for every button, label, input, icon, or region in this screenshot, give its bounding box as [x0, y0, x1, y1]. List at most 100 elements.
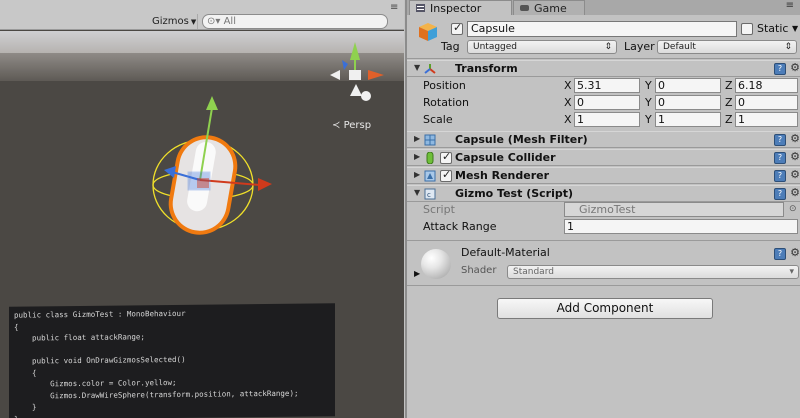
- help-icon[interactable]: ?: [774, 188, 786, 200]
- dropdown-caret-icon: ⇕: [784, 42, 792, 52]
- fold-closed-icon[interactable]: ▶: [414, 134, 420, 143]
- scale-x-field[interactable]: 1: [574, 112, 640, 127]
- static-checkbox[interactable]: [741, 23, 753, 35]
- code-overlay: public class GizmoTest : MonoBehaviour {…: [9, 303, 335, 418]
- gear-icon[interactable]: ⚙: [790, 132, 800, 145]
- persp-arrow-icon: ≺: [332, 120, 341, 131]
- layer-dropdown[interactable]: Default ⇕: [657, 40, 797, 54]
- component-title: Gizmo Test (Script): [455, 187, 574, 200]
- tag-dropdown[interactable]: Untagged ⇕: [467, 40, 617, 54]
- help-icon[interactable]: ?: [774, 134, 786, 146]
- gizmos-dropdown[interactable]: Gizmos ▼: [148, 14, 198, 29]
- dropdown-arrow-icon: ▼: [190, 18, 197, 26]
- position-x-field[interactable]: 5.31: [574, 78, 640, 93]
- add-component-button[interactable]: Add Component: [497, 298, 713, 319]
- cube-icon: [419, 23, 437, 41]
- dropdown-caret-icon: ⇕: [604, 42, 612, 52]
- search-icon: ⊙: [207, 16, 216, 27]
- script-icon: c: [424, 188, 436, 200]
- attack-range-field[interactable]: 1: [564, 219, 798, 234]
- object-picker-icon[interactable]: ⊙: [789, 204, 797, 214]
- fold-open-icon[interactable]: ▼: [414, 63, 420, 72]
- help-icon[interactable]: ?: [774, 63, 786, 75]
- panel-tabbar: Inspector Game ≡: [407, 0, 800, 15]
- scene-view[interactable]: ≺ Persp ≡ Gizmos ▼ ⊙▾ All public class Gi…: [0, 0, 404, 418]
- component-title: Capsule (Mesh Filter): [455, 133, 588, 146]
- axis-y-label: Y: [645, 79, 652, 92]
- gear-icon[interactable]: ⚙: [790, 150, 800, 163]
- collider-icon: [426, 152, 434, 164]
- gizmo-test-header[interactable]: ▼ c Gizmo Test (Script) ? ⚙: [407, 185, 800, 202]
- rotation-y-field[interactable]: 0: [655, 95, 721, 110]
- mesh-filter-icon: [424, 134, 436, 146]
- panel-menu-icon[interactable]: ≡: [786, 0, 794, 11]
- fold-open-icon[interactable]: ▼: [414, 188, 420, 197]
- axis-x-label: X: [564, 113, 572, 126]
- scale-label: Scale: [423, 113, 453, 126]
- position-y-field[interactable]: 0: [655, 78, 721, 93]
- fold-closed-icon[interactable]: ▶: [414, 269, 420, 278]
- help-icon[interactable]: ?: [774, 152, 786, 164]
- gameobject-header: Capsule Static ▼ Tag Untagged⇕ Layer Def…: [407, 15, 800, 59]
- script-label: Script: [423, 203, 455, 216]
- name-field[interactable]: Capsule: [467, 21, 737, 37]
- tag-label: Tag: [441, 40, 460, 53]
- help-icon[interactable]: ?: [774, 248, 786, 260]
- scene-toolbar: ≡ Gizmos ▼ ⊙▾ All: [0, 0, 404, 30]
- gear-icon[interactable]: ⚙: [790, 168, 800, 181]
- mesh-renderer-header[interactable]: ▶ Mesh Renderer ? ⚙: [407, 167, 800, 184]
- shader-label: Shader: [461, 265, 497, 276]
- gear-icon[interactable]: ⚙: [790, 61, 800, 74]
- scale-y-field[interactable]: 1: [655, 112, 721, 127]
- orientation-gizmo: [330, 42, 384, 101]
- component-title: Mesh Renderer: [455, 169, 550, 182]
- component-title: Transform: [455, 62, 518, 75]
- static-dropdown-arrow-icon[interactable]: ▼: [792, 24, 798, 33]
- inspector-panel: Inspector Game ≡ Capsule Static ▼ Tag Un…: [405, 0, 800, 418]
- attack-range-label: Attack Range: [423, 220, 497, 233]
- scene-search-input[interactable]: ⊙▾ All: [202, 14, 388, 29]
- tab-game[interactable]: Game: [513, 0, 585, 15]
- position-z-field[interactable]: 6.18: [735, 78, 798, 93]
- axis-x-label: X: [564, 79, 572, 92]
- rotation-label: Rotation: [423, 96, 470, 109]
- menu-icon[interactable]: ≡: [390, 2, 398, 13]
- capsule-collider-header[interactable]: ▶ Capsule Collider ? ⚙: [407, 149, 800, 166]
- help-icon[interactable]: ?: [774, 170, 786, 182]
- scale-z-field[interactable]: 1: [735, 112, 798, 127]
- svg-text:c: c: [427, 191, 431, 199]
- position-label: Position: [423, 79, 466, 92]
- rotation-x-field[interactable]: 0: [574, 95, 640, 110]
- material-name: Default-Material: [461, 246, 550, 259]
- transform-header[interactable]: ▼ Transform ? ⚙: [407, 60, 800, 77]
- transform-icon: [424, 64, 436, 74]
- mesh-filter-header[interactable]: ▶ Capsule (Mesh Filter) ? ⚙: [407, 131, 800, 148]
- axis-x-label: X: [564, 96, 572, 109]
- dropdown-caret-icon: ▾: [789, 267, 794, 277]
- material-section: ▶ Default-Material Shader Standard ▾ ? ⚙: [407, 240, 800, 286]
- rotation-z-field[interactable]: 0: [735, 95, 798, 110]
- mesh-renderer-icon: [424, 170, 436, 182]
- material-preview: [421, 249, 451, 279]
- axis-y-label: Y: [645, 96, 652, 109]
- axis-z-label: Z: [725, 113, 733, 126]
- collider-enabled-checkbox[interactable]: [440, 150, 452, 164]
- gear-icon[interactable]: ⚙: [790, 246, 800, 259]
- axis-z-label: Z: [725, 79, 733, 92]
- component-title: Capsule Collider: [455, 151, 556, 164]
- fold-closed-icon[interactable]: ▶: [414, 170, 420, 179]
- info-icon: [416, 4, 425, 12]
- gear-icon[interactable]: ⚙: [790, 186, 800, 199]
- active-checkbox[interactable]: [451, 21, 463, 35]
- static-label: Static: [757, 22, 789, 35]
- tab-inspector[interactable]: Inspector: [409, 0, 512, 15]
- perspective-label[interactable]: ≺ Persp: [332, 120, 371, 131]
- layer-label: Layer: [624, 40, 655, 53]
- renderer-enabled-checkbox[interactable]: [440, 168, 452, 182]
- script-field: GizmoTest: [564, 202, 784, 217]
- shader-dropdown[interactable]: Standard ▾: [507, 265, 799, 279]
- fold-closed-icon[interactable]: ▶: [414, 152, 420, 161]
- axis-y-label: Y: [645, 113, 652, 126]
- game-icon: [520, 5, 529, 11]
- axis-z-label: Z: [725, 96, 733, 109]
